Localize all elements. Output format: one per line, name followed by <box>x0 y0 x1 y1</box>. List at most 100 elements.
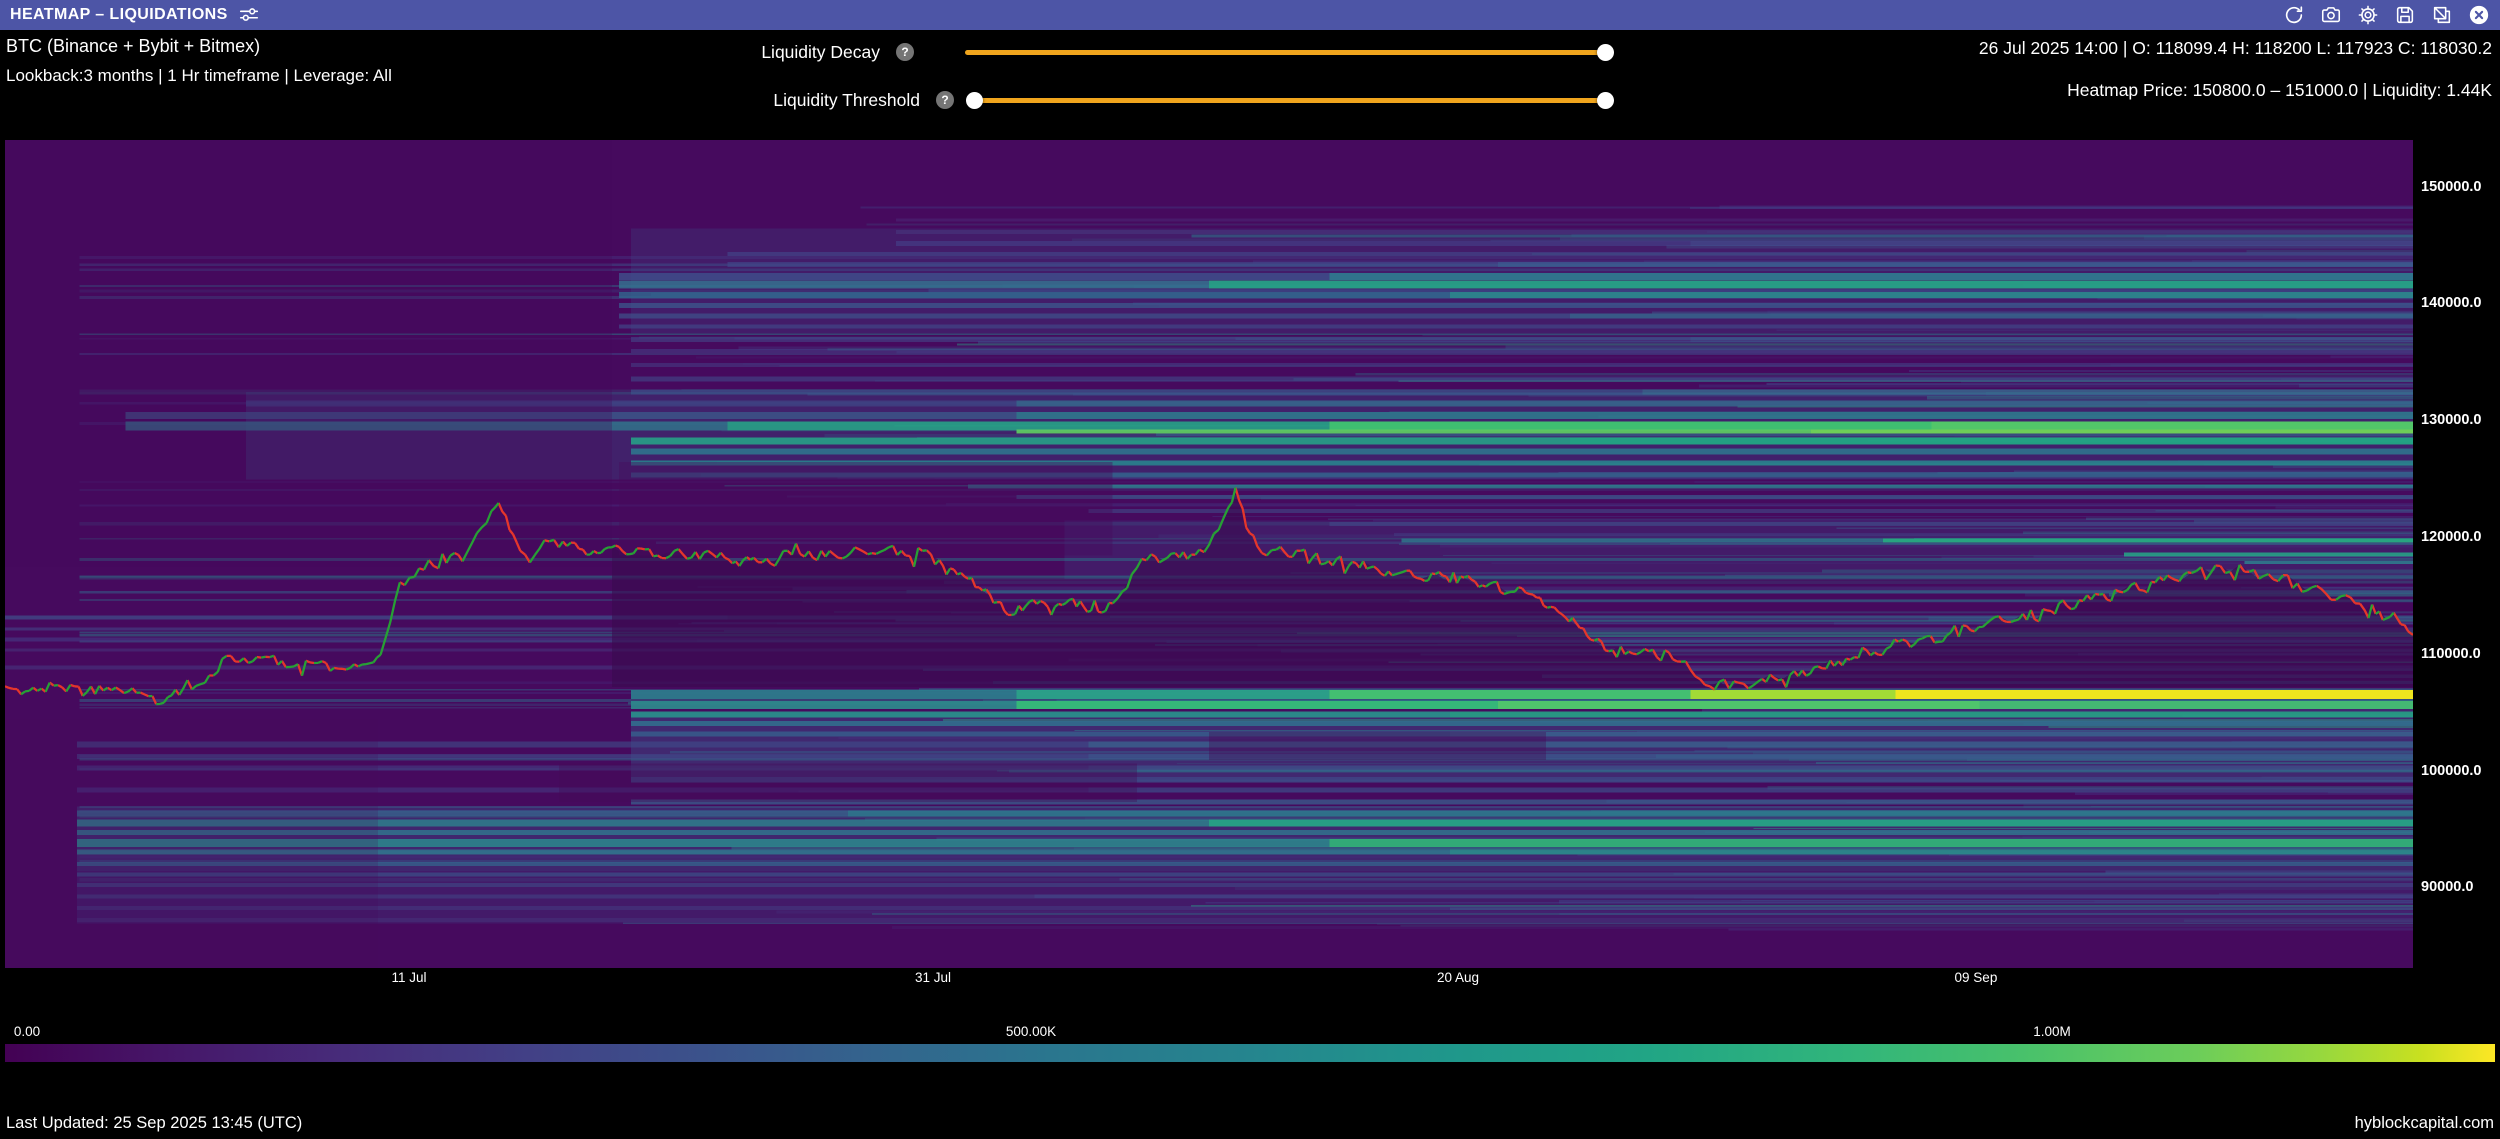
close-icon[interactable] <box>2468 4 2490 26</box>
liquidation-band <box>1450 292 2413 298</box>
texture-streak <box>1670 543 2413 544</box>
texture-streak <box>2320 246 2413 248</box>
liquidation-band <box>1089 509 2413 513</box>
screenshot-camera-icon[interactable] <box>2320 4 2342 26</box>
liquidation-band <box>968 485 2413 489</box>
liquidity-decay-help-icon[interactable]: ? <box>896 43 914 61</box>
texture-streak <box>838 737 2413 739</box>
liquidation-band <box>1498 701 1980 709</box>
liquidation-band <box>1811 430 2413 434</box>
texture-streak <box>1816 762 2413 764</box>
liquidation-band <box>77 830 2413 835</box>
liquidity-decay-thumb[interactable] <box>1597 44 1614 61</box>
liquidation-band <box>1691 690 1896 699</box>
consumed-zone <box>1209 732 1546 760</box>
titlebar: HEATMAP – LIQUIDATIONS <box>0 0 2500 30</box>
liquidation-band <box>1931 421 2413 430</box>
texture-streak <box>1753 828 2413 829</box>
liquidation-band <box>1498 262 2413 267</box>
liquidation-band <box>1016 701 1498 709</box>
texture-streak <box>2273 466 2413 468</box>
liquidity-decay-slider[interactable] <box>965 50 1608 55</box>
texture-streak <box>1927 396 2413 399</box>
texture-streak <box>2086 517 2413 520</box>
liquidation-band <box>1329 421 1931 430</box>
liquidation-band <box>848 811 2413 817</box>
site-link[interactable]: hyblockcapital.com <box>2355 1114 2494 1133</box>
date-axis-label: 20 Aug <box>1437 970 1479 985</box>
colorbar-scale-label: 0.00 <box>14 1024 40 1039</box>
liquidation-band <box>1980 701 2413 709</box>
liquidation-band <box>1691 337 2413 342</box>
texture-streak <box>732 846 2413 849</box>
liquidation-band <box>1089 766 2413 771</box>
texture-streak <box>1356 373 2413 376</box>
liquidation-band <box>1016 412 2413 419</box>
liquidation-band <box>631 437 1570 444</box>
save-floppy-icon[interactable] <box>2394 4 2416 26</box>
texture-streak <box>2022 836 2413 837</box>
texture-streak <box>623 923 2413 925</box>
date-axis-label: 09 Sep <box>1955 970 1998 985</box>
texture-streak <box>983 699 2413 701</box>
liquidity-threshold-thumb-low[interactable] <box>966 92 983 109</box>
liquidation-band <box>1016 495 2413 499</box>
consumed-zone <box>5 140 612 567</box>
heatmap-hover-readout: Heatmap Price: 150800.0 – 151000.0 | Liq… <box>2067 80 2492 101</box>
texture-streak <box>825 434 2413 437</box>
liquidation-band <box>619 314 1570 319</box>
texture-streak <box>934 478 2413 479</box>
liquidation-band <box>619 325 2413 329</box>
texture-streak <box>1741 900 2413 901</box>
liquidation-band <box>1450 850 2413 855</box>
texture-streak <box>1159 535 2413 538</box>
liquidation-band <box>1642 389 2413 394</box>
liquidation-band <box>1209 819 2413 826</box>
price-axis-label: 110000.0 <box>2421 646 2481 662</box>
texture-streak <box>2299 384 2413 387</box>
lookback-settings-label: Lookback:3 months | 1 Hr timeframe | Lev… <box>6 66 392 86</box>
settings-gear-icon[interactable] <box>2357 4 2379 26</box>
texture-streak <box>1652 312 2413 314</box>
texture-streak <box>1119 878 2413 881</box>
texture-streak <box>1355 505 2413 506</box>
liquidation-band <box>77 872 2413 876</box>
price-axis-label: 150000.0 <box>2421 179 2481 195</box>
liquidity-threshold-help-icon[interactable]: ? <box>936 91 954 109</box>
liquidation-band <box>1329 522 2413 526</box>
filter-sliders-icon[interactable] <box>238 4 260 26</box>
liquidation-band <box>77 883 2413 887</box>
refresh-icon[interactable] <box>2283 4 2305 26</box>
colorbar-scale-label: 1.00M <box>2033 1024 2071 1039</box>
liquidation-band <box>896 230 2413 234</box>
liquidation-band <box>1570 437 2413 444</box>
date-axis-label: 31 Jul <box>915 970 951 985</box>
liquidation-heatmap-plot[interactable] <box>5 140 2413 968</box>
overlay-toggle-icon[interactable] <box>2431 4 2453 26</box>
texture-streak <box>2049 726 2413 728</box>
texture-streak <box>1720 205 2413 208</box>
liquidation-band <box>631 701 1016 709</box>
texture-streak <box>943 719 2413 721</box>
liquidity-threshold-thumb-high[interactable] <box>1597 92 1614 109</box>
price-axis-label: 100000.0 <box>2421 763 2481 779</box>
liquidation-band <box>631 449 2413 455</box>
price-axis-label: 140000.0 <box>2421 295 2481 311</box>
liquidation-band <box>1450 711 2413 717</box>
page-title: HEATMAP – LIQUIDATIONS <box>10 6 228 24</box>
liquidation-band <box>631 389 1642 394</box>
liquidation-band <box>1402 538 1884 542</box>
liquidation-band <box>631 721 2413 726</box>
liquidity-threshold-slider[interactable] <box>975 98 1608 103</box>
liquidation-band <box>1016 401 2413 407</box>
consumed-zone <box>5 719 378 968</box>
texture-streak <box>1506 346 2413 349</box>
liquidity-threshold-label: Liquidity Threshold <box>640 90 920 111</box>
liquidation-band <box>1570 314 2413 319</box>
instrument-label: BTC (Binance + Bybit + Bitmex) <box>6 36 260 57</box>
texture-streak <box>2275 507 2413 509</box>
liquidation-band <box>631 711 1450 717</box>
date-axis-label: 11 Jul <box>392 970 427 985</box>
liquidation-band <box>631 337 1691 342</box>
texture-streak <box>1695 481 2413 482</box>
